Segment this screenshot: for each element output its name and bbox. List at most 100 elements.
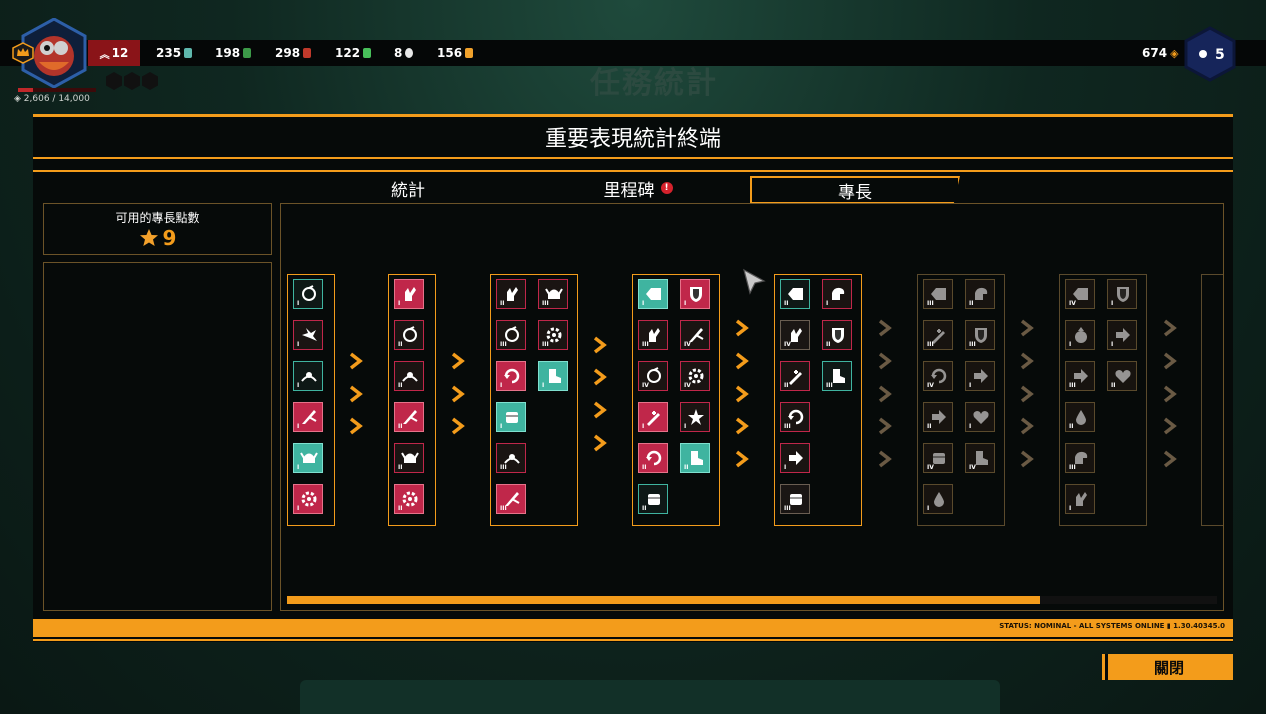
skill-node[interactable]: I [965, 361, 995, 391]
skill-node[interactable]: I [680, 279, 710, 309]
bag-icon [1075, 327, 1087, 343]
skill-node[interactable]: III [496, 484, 526, 514]
skill-node[interactable]: III [780, 484, 810, 514]
skill-node[interactable]: II [680, 443, 710, 473]
skill-node[interactable]: I [394, 279, 424, 309]
skill-node[interactable]: II [394, 484, 424, 514]
skill-node[interactable]: I [293, 361, 323, 391]
skill-rank: I [297, 341, 300, 348]
skill-node[interactable]: I [496, 402, 526, 432]
skill-rank: II [398, 382, 403, 389]
skill-node[interactable]: I [1107, 279, 1137, 309]
skill-node[interactable]: II [638, 484, 668, 514]
skill-node[interactable]: IV [780, 320, 810, 350]
level-badge[interactable]: 5 [1184, 26, 1236, 82]
skill-node[interactable]: II [1107, 361, 1137, 391]
skill-node[interactable]: I [1065, 484, 1095, 514]
skill-node[interactable]: II [394, 361, 424, 391]
skill-node[interactable]: II [923, 402, 953, 432]
skill-node[interactable]: II [1065, 402, 1095, 432]
skill-node[interactable]: II [496, 279, 526, 309]
boot-icon [549, 369, 561, 383]
resource-value: 122 [335, 46, 361, 60]
close-button[interactable]: 關閉 [1102, 654, 1233, 680]
chevron-right-icon [593, 336, 607, 354]
skill-node[interactable]: III [822, 361, 852, 391]
skill-node[interactable]: I [293, 443, 323, 473]
skill-node[interactable]: II [780, 361, 810, 391]
skill-node[interactable]: I [538, 361, 568, 391]
xp-bar [18, 88, 96, 92]
skill-node[interactable]: III [638, 320, 668, 350]
tab-milestones[interactable]: 里程碑 ! [563, 176, 713, 201]
skill-node[interactable]: II [394, 320, 424, 350]
skill-node[interactable]: IV [965, 443, 995, 473]
skill-node[interactable]: III [1065, 443, 1095, 473]
skill-node[interactable]: IV [638, 361, 668, 391]
red-flame-icon [303, 48, 312, 58]
skill-node[interactable]: III [496, 320, 526, 350]
available-points-label: 可用的專長點數 [115, 210, 200, 225]
tab-specialty[interactable]: 專長 [750, 176, 960, 204]
chevron-right-icon [349, 352, 363, 370]
skill-rank: I [784, 464, 787, 471]
skill-rank: I [297, 423, 300, 430]
coins-display: 674 ◈ [1142, 46, 1179, 60]
skill-rank: I [684, 423, 687, 430]
skill-node[interactable]: I [496, 361, 526, 391]
skill-rank: II [642, 505, 647, 512]
skill-node[interactable]: IV [680, 361, 710, 391]
skill-node[interactable]: II [638, 443, 668, 473]
skill-node[interactable]: I [293, 484, 323, 514]
skill-rank: II [398, 464, 403, 471]
tree-scroll-progress[interactable] [287, 596, 1217, 604]
skill-node[interactable]: IV [923, 443, 953, 473]
skill-node[interactable]: I [293, 402, 323, 432]
signpost-icon [646, 288, 661, 300]
skill-node[interactable]: II [822, 320, 852, 350]
skill-node[interactable]: III [1065, 361, 1095, 391]
skill-node[interactable]: II [394, 402, 424, 432]
skill-node[interactable]: I [965, 402, 995, 432]
swirl-icon [403, 326, 417, 342]
skill-node[interactable]: I [1107, 320, 1137, 350]
skill-node[interactable]: III [780, 402, 810, 432]
tab-stats[interactable]: 統計 [363, 176, 453, 201]
skill-node[interactable]: II [965, 279, 995, 309]
alert-icon: ! [660, 182, 673, 194]
skill-node[interactable]: IV [680, 320, 710, 350]
skill-node[interactable]: I [293, 320, 323, 350]
skill-node[interactable]: I [638, 402, 668, 432]
skill-node[interactable]: I [1065, 320, 1095, 350]
chevron-right-icon [593, 401, 607, 419]
skill-node[interactable]: I [293, 279, 323, 309]
skill-node[interactable]: III [923, 279, 953, 309]
skill-node[interactable]: I [780, 443, 810, 473]
skill-node[interactable]: III [923, 320, 953, 350]
skill-node[interactable]: III [496, 443, 526, 473]
skill-node[interactable]: II [780, 279, 810, 309]
skill-node[interactable]: III [965, 320, 995, 350]
skill-node[interactable]: III [538, 320, 568, 350]
skill-detail-box [43, 262, 272, 611]
skill-node[interactable]: I [680, 402, 710, 432]
skill-tree[interactable]: I I I I I I I II II II II II II III III III I I I III III I I I… [280, 203, 1224, 611]
skill-rank: I [1111, 341, 1114, 348]
cycle-icon [504, 368, 520, 384]
skill-node[interactable]: IV [1065, 279, 1095, 309]
fist-icon [506, 412, 518, 423]
green-leaf-icon [243, 48, 252, 58]
skill-node[interactable]: I [638, 279, 668, 309]
skill-rank: IV [927, 464, 934, 471]
skill-node[interactable]: IV [923, 361, 953, 391]
skill-node[interactable]: II [394, 443, 424, 473]
skill-rank: III [642, 341, 649, 348]
skill-node[interactable]: I [923, 484, 953, 514]
skill-node[interactable]: III [538, 279, 568, 309]
chevron-right-icon [451, 352, 465, 370]
chevron-right-icon [1020, 450, 1034, 468]
resource-value: 298 [275, 46, 301, 60]
panel-title: 重要表現統計終端 [544, 127, 721, 152]
white-orb-icon [405, 48, 414, 58]
skill-node[interactable]: I [822, 279, 852, 309]
